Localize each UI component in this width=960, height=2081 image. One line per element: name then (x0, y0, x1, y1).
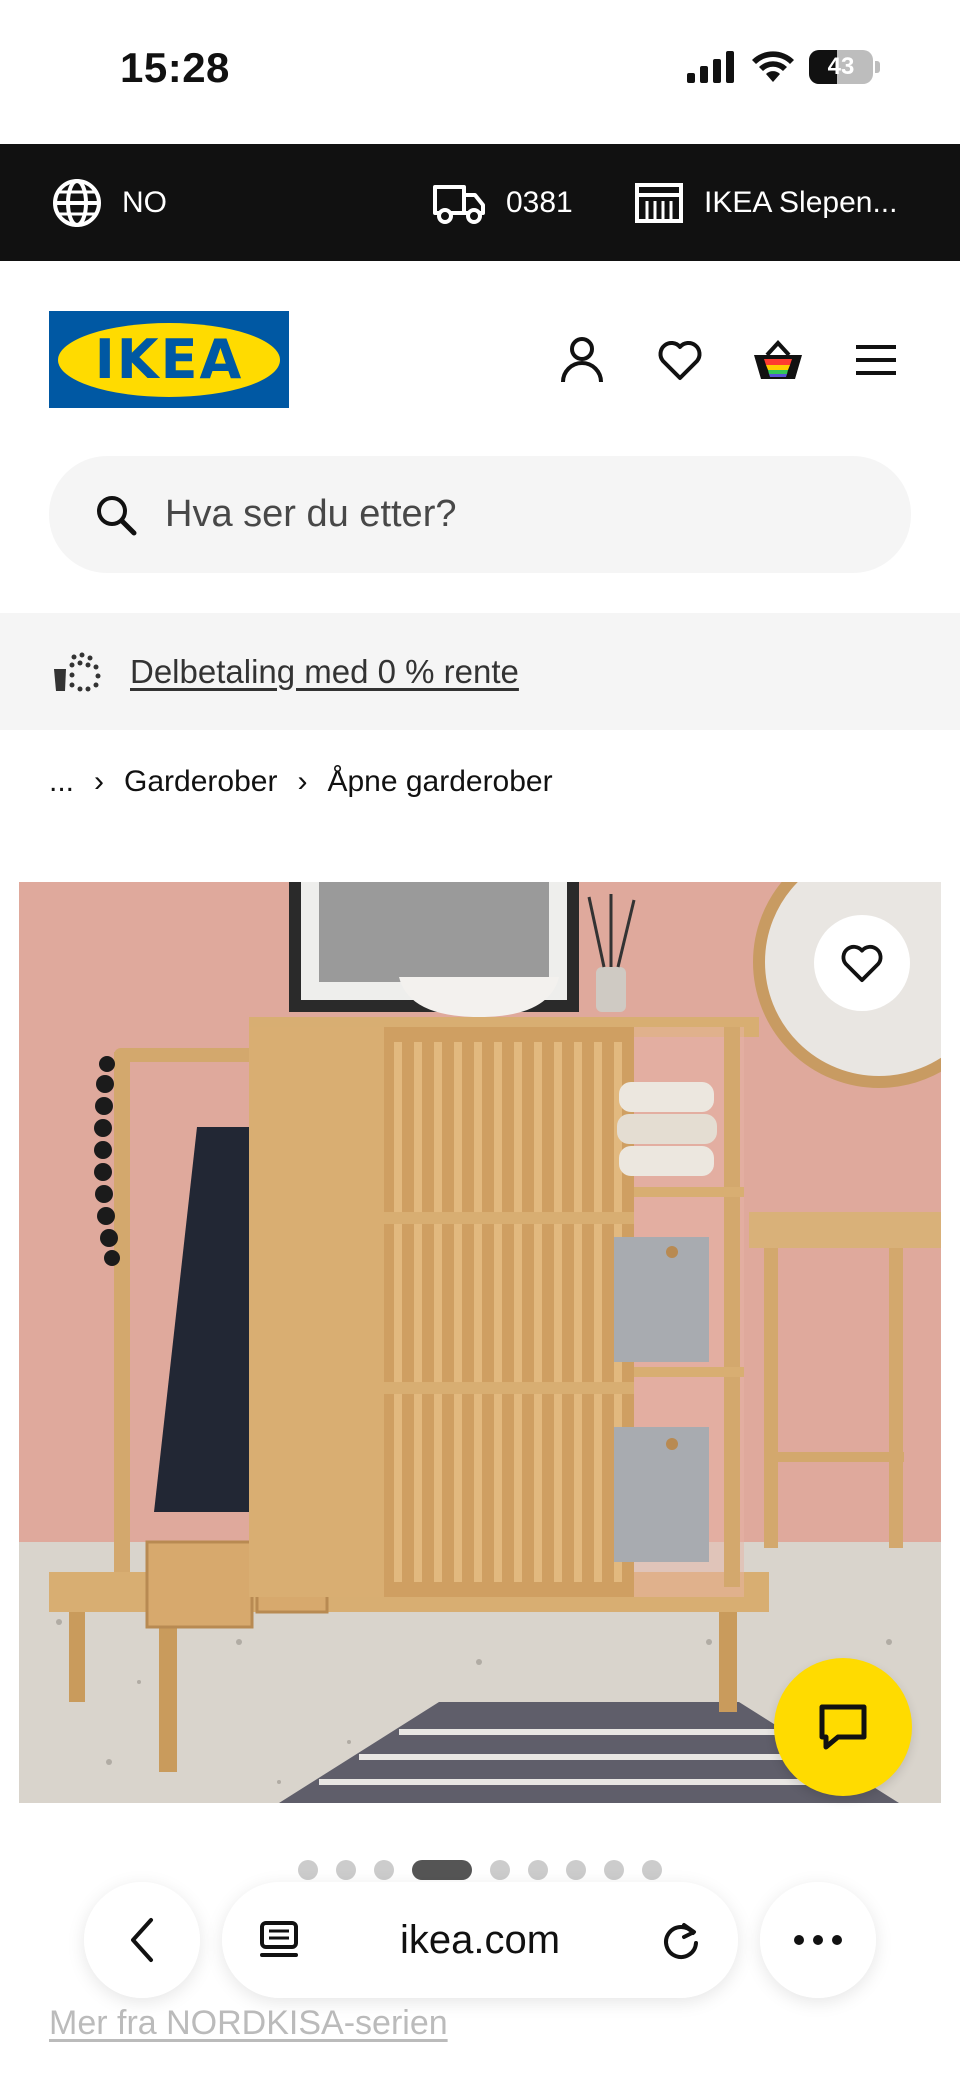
site-header: IKEA (0, 261, 960, 456)
product-image[interactable] (19, 882, 941, 1803)
more-button[interactable] (760, 1882, 876, 1998)
status-time: 15:28 (120, 44, 230, 91)
country-selector[interactable]: NO (52, 144, 167, 261)
store-icon (635, 182, 683, 223)
page-menu-icon (260, 1921, 298, 1957)
store-label: IKEA Slepen... (704, 185, 898, 219)
globe-icon (53, 178, 101, 227)
logo-text: IKEA (94, 328, 244, 391)
installment-icon (54, 652, 101, 691)
product-favorite-button[interactable] (814, 915, 910, 1011)
account-button[interactable] (553, 331, 611, 389)
chevron-right-icon: › (297, 765, 308, 798)
chat-bubble-icon (819, 1704, 867, 1750)
header-actions (553, 331, 905, 389)
breadcrumb-item-apne-garderober[interactable]: Åpne garderober (327, 765, 552, 799)
top-utility-bar: NO 0381 IKEA Slepen... (0, 144, 960, 261)
url-text: ikea.com (399, 1917, 561, 1962)
country-label: NO (122, 185, 167, 219)
favorites-button[interactable] (651, 331, 709, 389)
postcode-label: 0381 (506, 185, 573, 219)
back-button[interactable] (84, 1882, 200, 1998)
search-icon (97, 495, 137, 535)
shopping-bag-icon (754, 340, 802, 379)
ikea-logo[interactable]: IKEA (49, 311, 289, 408)
status-icons: 43 (687, 50, 880, 84)
breadcrumb-item-garderober[interactable]: Garderober (124, 765, 277, 799)
hamburger-icon (856, 345, 896, 375)
installment-link[interactable]: Delbetaling med 0 % rente (130, 653, 519, 691)
search-input[interactable] (165, 493, 765, 536)
postcode-selector[interactable]: 0381 (432, 144, 573, 261)
signal-icon (687, 51, 734, 83)
status-bar: 15:28 43 (0, 0, 960, 144)
user-icon (561, 337, 603, 383)
store-selector[interactable]: IKEA Slepen... (634, 144, 897, 261)
reload-icon[interactable] (660, 1919, 702, 1961)
search-bar[interactable] (49, 456, 911, 573)
chevron-right-icon: › (94, 765, 105, 798)
browser-toolbar: ikea.com (0, 1876, 960, 2016)
menu-button[interactable] (847, 331, 905, 389)
chat-button[interactable] (774, 1658, 912, 1796)
wifi-icon (752, 51, 794, 82)
breadcrumb-ellipsis[interactable]: ... (49, 765, 74, 799)
logo-oval: IKEA (58, 322, 280, 397)
promo-banner: Delbetaling med 0 % rente (0, 613, 960, 730)
heart-icon (841, 944, 883, 983)
cart-button[interactable] (749, 331, 807, 389)
ellipsis-icon (794, 1935, 842, 1945)
battery-nub (875, 61, 880, 73)
heart-icon (658, 341, 702, 380)
battery-icon: 43 (809, 50, 873, 84)
breadcrumb: ... › Garderober › Åpne garderober (49, 760, 553, 804)
address-bar[interactable]: ikea.com (222, 1882, 738, 1998)
chevron-left-icon (131, 1918, 153, 1962)
battery-level: 43 (827, 53, 855, 80)
truck-icon (433, 184, 485, 224)
product-photo (19, 882, 941, 1803)
